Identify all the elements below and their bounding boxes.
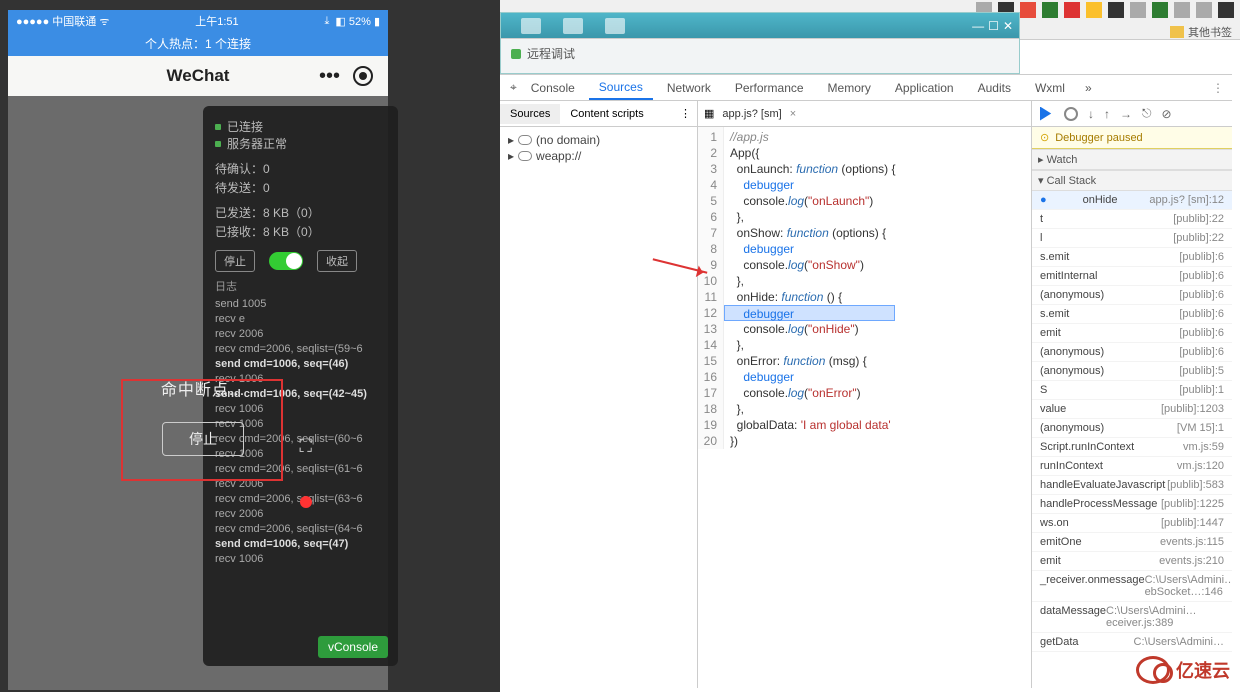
paused-banner: Debugger paused: [1032, 127, 1232, 149]
step-over-icon[interactable]: [1064, 107, 1078, 121]
chevron-icon[interactable]: »: [1085, 81, 1092, 95]
watermark: 亿速云: [1136, 656, 1230, 684]
resume-icon[interactable]: [1040, 107, 1054, 121]
devtools-tab-bar: ⌖ ConsoleSourcesNetworkPerformanceMemory…: [500, 75, 1232, 101]
stack-row[interactable]: dataMessageC:\Users\Admini…eceiver.js:38…: [1032, 602, 1232, 633]
file-nav-icon[interactable]: ▦: [704, 107, 714, 120]
devtool-app-window: — ☐ ✕ 远程调试: [500, 12, 1020, 74]
menu-icon[interactable]: •••: [319, 65, 340, 88]
step-icon[interactable]: →: [1120, 107, 1132, 121]
tab-wxml[interactable]: Wxml: [1025, 77, 1075, 99]
tab-memory[interactable]: Memory: [818, 77, 881, 99]
stack-row[interactable]: Script.runInContextvm.js:59: [1032, 438, 1232, 457]
stack-row[interactable]: emitevents.js:210: [1032, 552, 1232, 571]
more-icon[interactable]: ⋮: [1212, 81, 1224, 95]
recv-kb: 已接收：8 KB（0）: [215, 223, 386, 240]
stack-row[interactable]: onHideapp.js? [sm]:12: [1032, 191, 1232, 210]
tab-application[interactable]: Application: [885, 77, 964, 99]
connected-icon: [511, 49, 521, 59]
win-close-icon[interactable]: ✕: [1003, 19, 1013, 33]
stack-row[interactable]: s.emit[publib]:6: [1032, 305, 1232, 324]
close-icon[interactable]: ×: [790, 108, 796, 120]
tree-nodomain[interactable]: (no domain): [536, 133, 600, 147]
target-icon[interactable]: [353, 66, 373, 86]
cloud-icon: [518, 135, 532, 145]
watermark-logo-icon: [1136, 656, 1170, 684]
stack-row[interactable]: S[publib]:1: [1032, 381, 1232, 400]
stack-row[interactable]: emitInternal[publib]:6: [1032, 267, 1232, 286]
debugger-toolbar: ↓ ↑ → ⎋ ⊘: [1032, 101, 1232, 127]
folder-icon: [1170, 26, 1184, 38]
stack-row[interactable]: handleEvaluateJavascript[publib]:583: [1032, 476, 1232, 495]
watermark-text: 亿速云: [1176, 657, 1230, 683]
stack-row[interactable]: l[publib]:22: [1032, 229, 1232, 248]
call-stack[interactable]: onHideapp.js? [sm]:12t[publib]:22l[publi…: [1032, 191, 1232, 688]
tree-weapp[interactable]: weapp://: [536, 149, 581, 163]
content-scripts-subtab[interactable]: Content scripts: [560, 104, 653, 124]
log-tab[interactable]: 日志: [215, 278, 386, 294]
stack-row[interactable]: (anonymous)[publib]:6: [1032, 343, 1232, 362]
tab-console[interactable]: Console: [521, 77, 585, 99]
stack-row[interactable]: emitOneevents.js:115: [1032, 533, 1232, 552]
fullscreen-icon[interactable]: ⛶: [299, 436, 312, 457]
step-into-icon[interactable]: ↓: [1088, 107, 1094, 121]
sent-kb: 已发送：8 KB（0）: [215, 204, 386, 221]
app-icon[interactable]: [521, 18, 541, 34]
phone-mockup: ●●●●● 中国联通 ᯤ 上午1:51 ⤓◧ 52% ▮ 个人热点：1 个连接 …: [8, 10, 388, 690]
app-icon[interactable]: [605, 18, 625, 34]
tab-performance[interactable]: Performance: [725, 77, 814, 99]
app-title: WeChat: [167, 66, 230, 86]
deactivate-bp-icon[interactable]: ⎋: [1142, 106, 1152, 121]
pending-ack: 待确认：0: [215, 160, 386, 177]
stack-row[interactable]: t[publib]:22: [1032, 210, 1232, 229]
win-max-icon[interactable]: ☐: [988, 19, 999, 33]
stack-row[interactable]: (anonymous)[VM 15]:1: [1032, 419, 1232, 438]
sources-subtab[interactable]: Sources: [500, 104, 560, 124]
file-tab[interactable]: app.js? [sm]: [722, 108, 781, 120]
record-dot-icon: [300, 496, 312, 508]
phone-statusbar: ●●●●● 中国联通 ᯤ 上午1:51 ⤓◧ 52% ▮: [8, 10, 388, 32]
highlight-box: [121, 379, 283, 481]
stack-row[interactable]: emit[publib]:6: [1032, 324, 1232, 343]
stack-row[interactable]: runInContextvm.js:120: [1032, 457, 1232, 476]
vc-toggle[interactable]: [269, 252, 303, 270]
carrier-label: 中国联通: [52, 16, 96, 28]
remote-debug-tab[interactable]: 远程调试: [527, 45, 575, 62]
bookmark-other[interactable]: 其他书签: [1188, 24, 1232, 40]
stack-row[interactable]: _receiver.onmessageC:\Users\Admini…ebSoc…: [1032, 571, 1232, 602]
pending-send: 待发送：0: [215, 179, 386, 196]
battery-label: 52%: [349, 16, 371, 28]
vc-fold-button[interactable]: 收起: [317, 250, 357, 272]
callstack-section[interactable]: Call Stack: [1047, 175, 1097, 187]
pause-exc-icon[interactable]: ⊘: [1162, 107, 1172, 121]
status-connected: 已连接: [227, 118, 263, 135]
stack-row[interactable]: (anonymous)[publib]:5: [1032, 362, 1232, 381]
cloud-icon: [518, 151, 532, 161]
win-min-icon[interactable]: —: [972, 19, 984, 33]
status-server: 服务器正常: [227, 135, 287, 152]
vc-stop-button[interactable]: 停止: [215, 250, 255, 272]
inspect-icon[interactable]: ⌖: [510, 80, 517, 95]
step-out-icon[interactable]: ↑: [1104, 107, 1110, 121]
app-icon[interactable]: [563, 18, 583, 34]
code-editor[interactable]: 1234567891011121314151617181920 //app.js…: [698, 127, 1031, 449]
devtools-panel: ⌖ ConsoleSourcesNetworkPerformanceMemory…: [500, 74, 1232, 688]
stack-row[interactable]: getDataC:\Users\Admini…: [1032, 633, 1232, 652]
watch-section[interactable]: Watch: [1047, 154, 1078, 166]
tab-sources[interactable]: Sources: [589, 76, 653, 100]
stack-row[interactable]: value[publib]:1203: [1032, 400, 1232, 419]
stack-row[interactable]: handleProcessMessage[publib]:1225: [1032, 495, 1232, 514]
tab-audits[interactable]: Audits: [968, 77, 1021, 99]
stack-row[interactable]: s.emit[publib]:6: [1032, 248, 1232, 267]
source-tree[interactable]: ▸(no domain) ▸weapp://: [500, 127, 697, 169]
hotspot-banner: 个人热点：1 个连接: [8, 32, 388, 56]
more-icon[interactable]: ⋮: [670, 103, 697, 124]
vconsole-button[interactable]: vConsole: [318, 636, 388, 658]
tab-network[interactable]: Network: [657, 77, 721, 99]
time-label: 上午1:51: [195, 13, 238, 29]
stack-row[interactable]: (anonymous)[publib]:6: [1032, 286, 1232, 305]
wechat-header: WeChat •••: [8, 56, 388, 96]
stack-row[interactable]: ws.on[publib]:1447: [1032, 514, 1232, 533]
